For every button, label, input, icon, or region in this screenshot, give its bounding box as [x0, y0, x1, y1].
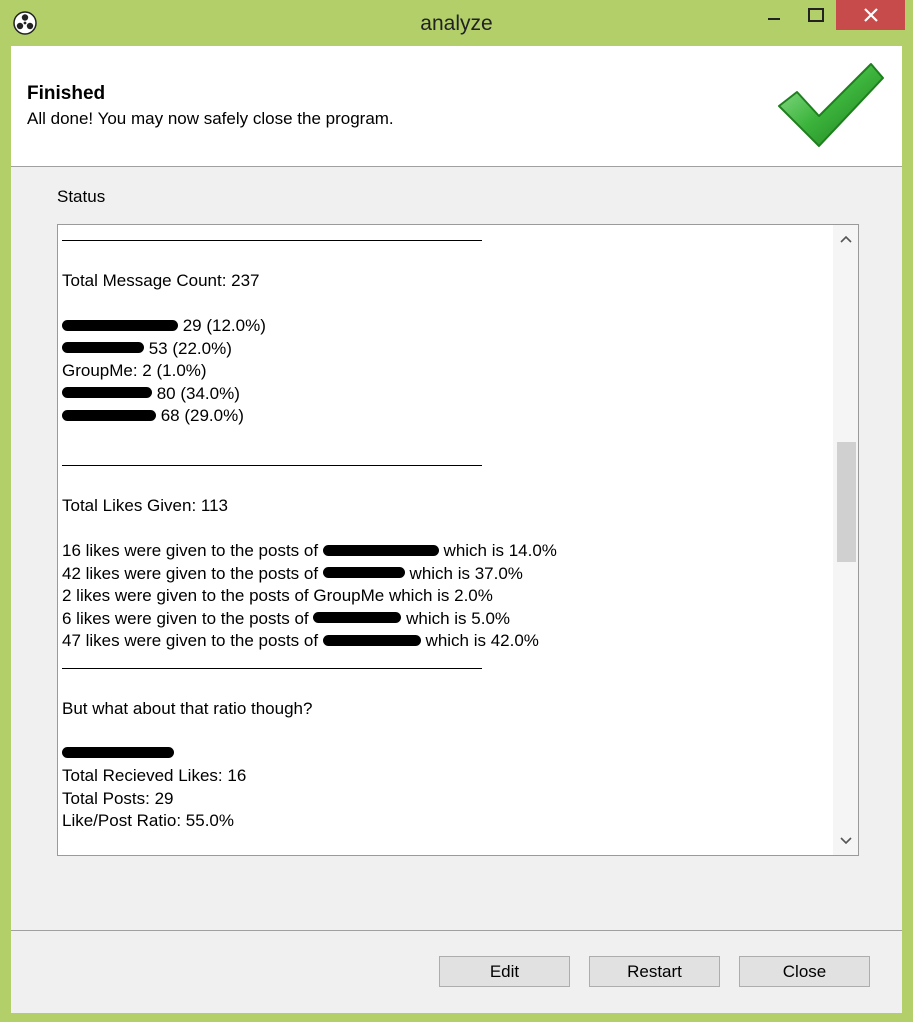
separator-line: [62, 225, 822, 248]
close-window-button[interactable]: [836, 0, 905, 30]
line-text-before: 47 likes were given to the posts of: [62, 631, 323, 650]
status-text-line: Total Likes Given: 113: [62, 496, 228, 515]
minimize-icon: [768, 18, 780, 20]
status-text-line: 80 (34.0%): [62, 383, 822, 406]
status-text-line: But what about that ratio though?: [62, 698, 313, 718]
redacted-name: [322, 567, 405, 579]
status-text-line: 2 likes were given to the posts of Group…: [62, 586, 493, 605]
restart-button[interactable]: Restart: [589, 956, 720, 987]
redacted-name: [322, 544, 439, 556]
status-text-line: 29 (12.0%): [62, 315, 822, 338]
status-text-line: [62, 743, 822, 766]
scroll-up-button[interactable]: [833, 225, 858, 253]
line-text-before: 42 likes were given to the posts of: [62, 563, 323, 583]
redacted-name: [62, 409, 156, 421]
status-text-line: GroupMe: 2 (1.0%): [62, 361, 207, 380]
status-content: Total Message Count: 237 29 (12.0%) 53 (…: [62, 225, 822, 856]
line-text-before: 16 likes were given to the posts of: [62, 541, 323, 560]
line-text-after: which is 14.0%: [438, 541, 557, 560]
status-text-line: Total Recieved Likes: 16: [62, 766, 247, 785]
redacted-name: [62, 342, 144, 354]
redacted-name: [62, 747, 174, 759]
line-text-after: 68 (29.0%): [156, 406, 244, 425]
redacted-name: [313, 612, 402, 624]
dialog-body: Finished All done! You may now safely cl…: [11, 46, 902, 1013]
chevron-down-icon: [839, 837, 852, 845]
header-panel: Finished All done! You may now safely cl…: [11, 46, 902, 167]
separator-rule: [62, 240, 482, 241]
redacted-name: [62, 387, 152, 399]
status-label: Status: [57, 187, 106, 206]
chevron-up-icon: [839, 235, 852, 243]
header-subtitle: All done! You may now safely close the p…: [27, 109, 394, 128]
scroll-down-button[interactable]: [833, 827, 858, 855]
status-textbox[interactable]: Total Message Count: 237 29 (12.0%) 53 (…: [57, 224, 859, 856]
separator-rule: [62, 667, 482, 669]
status-text-line: Total Message Count: 237: [62, 271, 260, 290]
maximize-button[interactable]: [800, 0, 832, 30]
close-button[interactable]: Close: [739, 956, 870, 987]
maximize-icon: [808, 8, 824, 22]
status-text-line: 47 likes were given to the posts of whic…: [62, 630, 822, 653]
app-window: analyze Finished All done! You may now s…: [0, 0, 913, 1022]
header-title: Finished: [27, 83, 106, 104]
separator-line: [62, 450, 822, 473]
redacted-name: [322, 634, 421, 646]
line-text-after: which is 42.0%: [420, 631, 539, 650]
status-text-line: Total Posts: 29: [62, 788, 174, 808]
status-text-line: [62, 855, 822, 856]
status-text-line: 42 likes were given to the posts of whic…: [62, 563, 822, 586]
line-text-after: which is 37.0%: [404, 563, 523, 583]
footer-divider: [11, 930, 902, 931]
status-text-line: 53 (22.0%): [62, 338, 822, 361]
status-text-line: 6 likes were given to the posts of which…: [62, 608, 822, 631]
checkmark-icon: [778, 63, 884, 147]
title-bar[interactable]: analyze: [0, 0, 913, 46]
line-text-after: 53 (22.0%): [144, 338, 232, 358]
close-icon: [863, 8, 878, 22]
line-text-before: 6 likes were given to the posts of: [62, 608, 314, 628]
line-text-after: 29 (12.0%): [178, 316, 266, 335]
scrollbar-thumb[interactable]: [837, 442, 856, 562]
edit-button[interactable]: Edit: [439, 956, 570, 987]
separator-line: [62, 653, 822, 676]
status-text-line: 68 (29.0%): [62, 405, 822, 428]
vertical-scrollbar[interactable]: [833, 225, 858, 855]
minimize-button[interactable]: [758, 0, 790, 30]
redacted-name: [62, 319, 178, 331]
separator-rule: [62, 465, 482, 466]
line-text-after: 80 (34.0%): [152, 383, 240, 403]
status-text-line: Like/Post Ratio: 55.0%: [62, 811, 234, 830]
status-text-line: 16 likes were given to the posts of whic…: [62, 540, 822, 563]
line-text-after: which is 5.0%: [401, 608, 511, 628]
